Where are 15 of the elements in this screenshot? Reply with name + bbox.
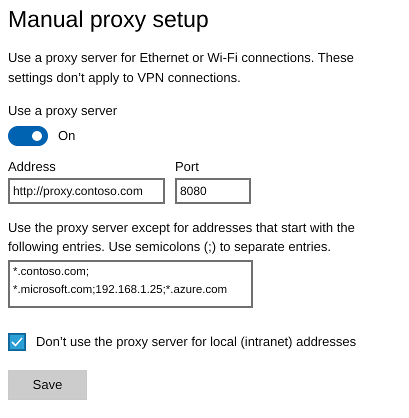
toggle-label: Use a proxy server — [8, 102, 118, 120]
save-button[interactable]: Save — [8, 370, 87, 400]
proxy-toggle[interactable] — [8, 126, 48, 146]
description: Use a proxy server for Ethernet or Wi-Fi connections. These settings don’t apply to VPN connections. — [8, 49, 355, 87]
port-label: Port — [175, 158, 200, 176]
checkmark-icon — [11, 336, 23, 347]
page-title: Manual proxy setup — [8, 5, 210, 34]
local-bypass-label: Don’t use the proxy server for local (intranet) addresses — [36, 333, 356, 351]
toggle-state: On — [58, 127, 76, 146]
address-label: Address — [8, 158, 57, 176]
exceptions-field[interactable]: *.contoso.com; *.microsoft.com;192.168.1.25;*.azure.com — [8, 260, 253, 308]
port-field[interactable]: 8080 — [175, 178, 251, 204]
local-bypass-checkbox[interactable] — [8, 332, 26, 351]
exceptions-label: Use the proxy server except for addresses that start with the following entries. Use semicolons (;) to separate entries. — [8, 219, 356, 256]
address-field[interactable]: http://proxy.contoso.com — [8, 178, 165, 204]
